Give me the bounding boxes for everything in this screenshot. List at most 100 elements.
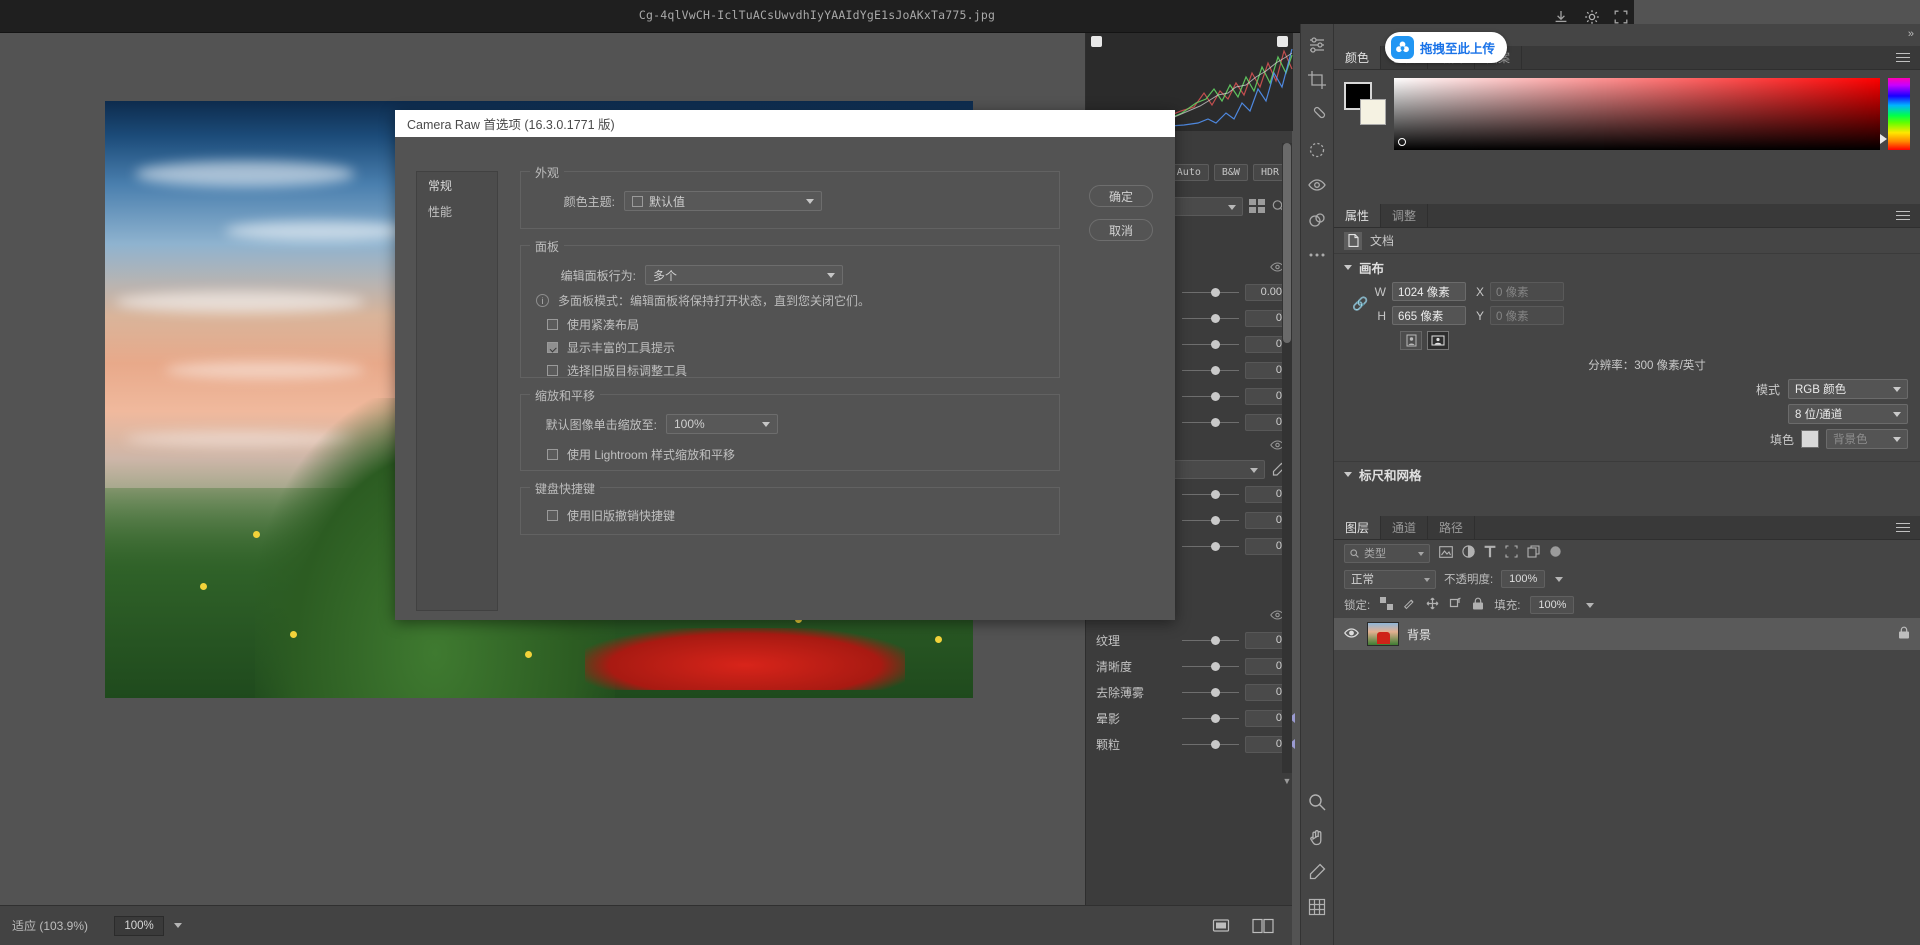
zoom-tool-icon[interactable] — [1306, 791, 1328, 813]
tab-layers[interactable]: 图层 — [1334, 516, 1382, 539]
layer-name[interactable]: 背景 — [1407, 626, 1431, 643]
color-mode-select[interactable]: RGB 颜色 — [1788, 379, 1908, 399]
rich-tooltips-row[interactable]: 显示丰富的工具提示 — [533, 336, 1047, 359]
slider-row-grain[interactable]: 颗粒 0 — [1086, 731, 1295, 757]
lock-image-icon[interactable] — [1403, 597, 1416, 613]
legacy-undo-row[interactable]: 使用旧版撤销快捷键 — [533, 504, 1047, 527]
select-icon[interactable] — [1212, 918, 1230, 933]
canvas-section-header[interactable]: 画布 — [1334, 254, 1920, 280]
adjustment-filter-icon[interactable] — [1462, 545, 1475, 561]
background-color-swatch[interactable] — [1360, 99, 1386, 125]
slider-track[interactable] — [1182, 365, 1239, 375]
chevron-down-icon[interactable] — [174, 923, 183, 928]
link-dimensions-icon[interactable]: 🔗 — [1352, 296, 1368, 312]
more-options-icon[interactable] — [1306, 244, 1328, 266]
color-theme-checkbox[interactable] — [632, 195, 643, 207]
nav-item-performance[interactable]: 性能 — [417, 198, 497, 224]
fill-color-swatch[interactable] — [1801, 430, 1819, 448]
shadow-clipping-icon[interactable] — [1091, 36, 1102, 47]
chevron-down-icon[interactable] — [1344, 472, 1352, 477]
bw-button[interactable]: B&W — [1213, 163, 1248, 181]
tab-properties[interactable]: 属性 — [1334, 204, 1382, 227]
legacy-target-tool-checkbox[interactable] — [547, 365, 558, 376]
edit-sliders-icon[interactable] — [1306, 34, 1328, 56]
slider-value[interactable]: 0 — [1245, 683, 1287, 701]
color-swatches[interactable] — [1344, 82, 1388, 126]
presets-icon[interactable] — [1306, 209, 1328, 231]
compare-view-icon[interactable] — [1252, 918, 1274, 934]
layer-row[interactable]: 背景 — [1334, 618, 1920, 650]
ok-button[interactable]: 确定 — [1089, 185, 1153, 207]
text-filter-icon[interactable] — [1484, 545, 1496, 561]
blend-mode-select[interactable]: 正常 — [1344, 569, 1436, 589]
panel-menu-icon[interactable] — [1886, 46, 1920, 69]
layer-lock-icon[interactable] — [1898, 626, 1910, 642]
legacy-target-tool-row[interactable]: 选择旧版目标调整工具 — [533, 359, 1047, 382]
slider-track[interactable] — [1182, 661, 1239, 671]
slider-row-texture[interactable]: 纹理 0 — [1086, 627, 1293, 653]
upload-badge[interactable]: 拖拽至此上传 — [1385, 32, 1507, 63]
color-field[interactable] — [1394, 78, 1880, 150]
slider-track[interactable] — [1182, 541, 1239, 551]
rich-tooltips-checkbox[interactable] — [547, 342, 558, 353]
slider-track[interactable] — [1182, 489, 1239, 499]
profile-browser-icon[interactable] — [1249, 199, 1265, 213]
slider-track[interactable] — [1182, 515, 1239, 525]
highlight-clipping-icon[interactable] — [1277, 36, 1288, 47]
tab-paths[interactable]: 路径 — [1428, 516, 1476, 539]
lock-transparent-icon[interactable] — [1380, 597, 1394, 613]
color-picker-handle[interactable] — [1398, 138, 1406, 146]
chevron-down-icon[interactable] — [1555, 576, 1564, 582]
slider-value[interactable]: 0 — [1245, 537, 1287, 555]
lock-all-icon[interactable] — [1472, 597, 1484, 613]
landscape-orientation-icon[interactable] — [1427, 331, 1449, 350]
slider-value[interactable]: 0 — [1245, 657, 1287, 675]
lock-artboard-icon[interactable] — [1449, 597, 1462, 613]
fill-value[interactable]: 100% — [1530, 596, 1575, 614]
rulers-section-header[interactable]: 标尺和网格 — [1334, 461, 1920, 487]
camera-raw-preferences-dialog[interactable]: Camera Raw 首选项 (16.3.0.1771 版) 常规 性能 外观 … — [395, 110, 1175, 620]
hue-slider[interactable] — [1880, 78, 1910, 150]
slider-track[interactable] — [1182, 739, 1239, 749]
slider-value[interactable]: 0 — [1245, 413, 1287, 431]
slider-track[interactable] — [1182, 417, 1239, 427]
hue-marker-icon[interactable] — [1880, 134, 1887, 144]
slider-value[interactable]: 0 — [1245, 735, 1287, 753]
panel-scroll-down-icon[interactable]: ▼ — [1282, 775, 1292, 787]
slider-track[interactable] — [1182, 713, 1239, 723]
height-input[interactable]: 665 像素 — [1392, 306, 1466, 325]
slider-value[interactable]: 0.00 — [1245, 283, 1287, 301]
slider-row-vignette[interactable]: 晕影 0 — [1086, 705, 1295, 731]
slider-track[interactable] — [1182, 635, 1239, 645]
compact-layout-checkbox[interactable] — [547, 319, 558, 330]
legacy-undo-checkbox[interactable] — [547, 510, 558, 521]
slider-value[interactable]: 0 — [1245, 335, 1287, 353]
slider-track[interactable] — [1182, 287, 1239, 297]
y-input[interactable]: 0 像素 — [1490, 306, 1564, 325]
tab-adjustments[interactable]: 调整 — [1381, 204, 1429, 227]
fill-select[interactable]: 背景色 — [1826, 429, 1908, 449]
slider-track[interactable] — [1182, 313, 1239, 323]
edit-panel-behavior-select[interactable]: 多个 — [645, 265, 843, 285]
slider-value[interactable]: 0 — [1245, 709, 1287, 727]
slider-value[interactable]: 0 — [1245, 309, 1287, 327]
masking-icon[interactable] — [1306, 139, 1328, 161]
x-input[interactable]: 0 像素 — [1490, 282, 1564, 301]
hand-tool-icon[interactable] — [1306, 826, 1328, 848]
camera-raw-panel-scrollbar[interactable] — [1282, 143, 1292, 773]
slider-value[interactable]: 0 — [1245, 361, 1287, 379]
shape-filter-icon[interactable] — [1505, 545, 1518, 561]
width-input[interactable]: 1024 像素 — [1392, 282, 1466, 301]
scrollbar-thumb[interactable] — [1283, 143, 1291, 343]
tab-channels[interactable]: 通道 — [1381, 516, 1429, 539]
color-theme-select[interactable]: 默认值 — [624, 191, 822, 211]
lightroom-zoom-checkbox[interactable] — [547, 449, 558, 460]
slider-value[interactable]: 0 — [1245, 511, 1287, 529]
smart-object-filter-icon[interactable] — [1527, 545, 1540, 561]
cancel-button[interactable]: 取消 — [1089, 219, 1153, 241]
slider-value[interactable]: 0 — [1245, 631, 1287, 649]
slider-track[interactable] — [1182, 687, 1239, 697]
slider-value[interactable]: 0 — [1245, 485, 1287, 503]
nav-item-general[interactable]: 常规 — [417, 172, 497, 198]
panel-menu-icon[interactable] — [1886, 516, 1920, 539]
